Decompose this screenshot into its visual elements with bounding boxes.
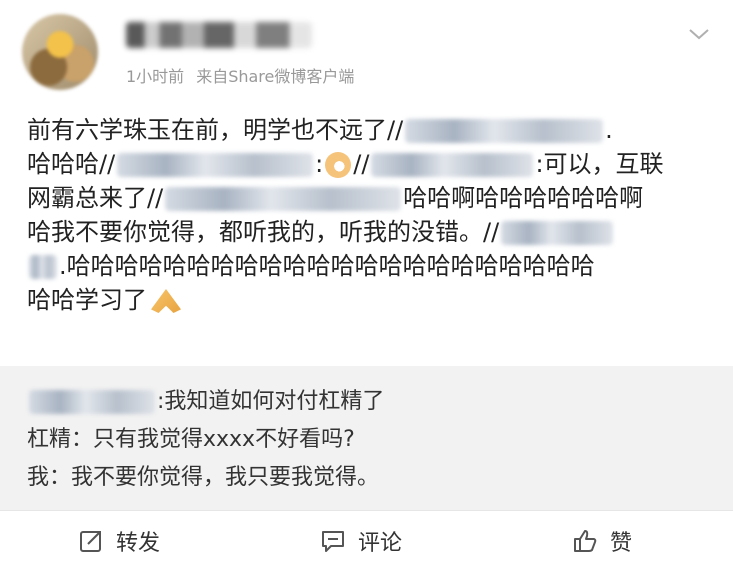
reposted-content[interactable]: :我知道如何对付杠精了 杠精：只有我觉得xxxx不好看吗? 我：我不要你觉得，我… bbox=[0, 366, 733, 510]
post-text: 网霸总来了// bbox=[27, 184, 164, 212]
post-text: 哈哈哈// bbox=[27, 150, 116, 178]
comment-icon bbox=[322, 531, 344, 552]
like-label: 赞 bbox=[610, 531, 633, 556]
blurred-username bbox=[501, 221, 614, 245]
post-text: // bbox=[353, 150, 370, 178]
post-text: : bbox=[315, 150, 324, 178]
post-line-5: .哈哈哈哈哈哈哈哈哈哈哈哈哈哈哈哈哈哈哈哈哈哈 bbox=[27, 249, 717, 283]
blurred-username bbox=[165, 187, 402, 211]
weibo-post-card: 1小时前 来自Share微博客户端 前有六学珠玉在前，明学也不远了//. 哈哈哈/… bbox=[0, 0, 733, 574]
post-line-4: 哈我不要你觉得，都听我的，听我的没错。// bbox=[27, 215, 717, 249]
post-text: 前有六学珠玉在前，明学也不远了// bbox=[27, 116, 404, 144]
blurred-username bbox=[117, 153, 314, 177]
blurred-username bbox=[405, 119, 604, 143]
post-text: 哈哈啊哈哈哈哈哈哈啊 bbox=[403, 184, 644, 212]
post-text: . bbox=[605, 116, 613, 144]
post-line-6: 哈哈学习了 bbox=[27, 283, 717, 317]
repost-text-line: :我知道如何对付杠精了 bbox=[157, 389, 385, 414]
post-text: 哈我不要你觉得，都听我的，听我的没错。// bbox=[27, 218, 500, 246]
post-source: 来自Share微博客户端 bbox=[196, 67, 355, 86]
blurred-username bbox=[29, 255, 57, 279]
repost-line-2: 杠精：只有我觉得xxxx不好看吗? bbox=[27, 427, 355, 452]
blurred-username bbox=[29, 390, 155, 414]
post-body: 前有六学珠玉在前，明学也不远了//. 哈哈哈//: // :可以，互联 网霸总来了/… bbox=[27, 113, 717, 317]
avatar[interactable] bbox=[22, 14, 98, 90]
post-text: :可以，互联 bbox=[535, 150, 664, 178]
post-line-1: 前有六学珠玉在前，明学也不远了//. bbox=[27, 113, 717, 147]
action-bar: 转发 评论 赞 bbox=[0, 510, 733, 574]
comment-label: 评论 bbox=[358, 531, 403, 556]
comment-button[interactable]: 评论 bbox=[320, 525, 402, 557]
username-blurred[interactable] bbox=[126, 22, 312, 48]
post-line-3: 网霸总来了// 哈哈啊哈哈哈哈哈哈啊 bbox=[27, 181, 717, 215]
repost-button[interactable]: 转发 bbox=[78, 525, 160, 557]
post-meta: 1小时前 来自Share微博客户端 bbox=[126, 63, 354, 87]
post-text: 哈哈学习了 bbox=[27, 286, 147, 314]
chevron-down-icon[interactable] bbox=[688, 26, 710, 42]
post-line-2: 哈哈哈//: // :可以，互联 bbox=[27, 147, 717, 181]
blurred-username bbox=[371, 153, 534, 177]
repost-text: :我知道如何对付杠精了 杠精：只有我觉得xxxx不好看吗? 我：我不要你觉得，我… bbox=[27, 383, 384, 497]
ok-hand-emoji-icon bbox=[325, 152, 352, 178]
repost-icon bbox=[80, 531, 101, 552]
repost-line-1: :我知道如何对付杠精了 bbox=[27, 383, 384, 421]
like-button[interactable]: 赞 bbox=[572, 525, 632, 557]
repost-label: 转发 bbox=[116, 531, 161, 556]
thumbs-up-icon bbox=[574, 530, 597, 552]
repost-line-3: 我：我不要你觉得，我只要我觉得。 bbox=[27, 465, 380, 490]
post-text: .哈哈哈哈哈哈哈哈哈哈哈哈哈哈哈哈哈哈哈哈哈哈 bbox=[59, 252, 595, 280]
praying-hands-emoji-icon bbox=[151, 289, 181, 313]
post-time: 1小时前 bbox=[126, 67, 185, 86]
